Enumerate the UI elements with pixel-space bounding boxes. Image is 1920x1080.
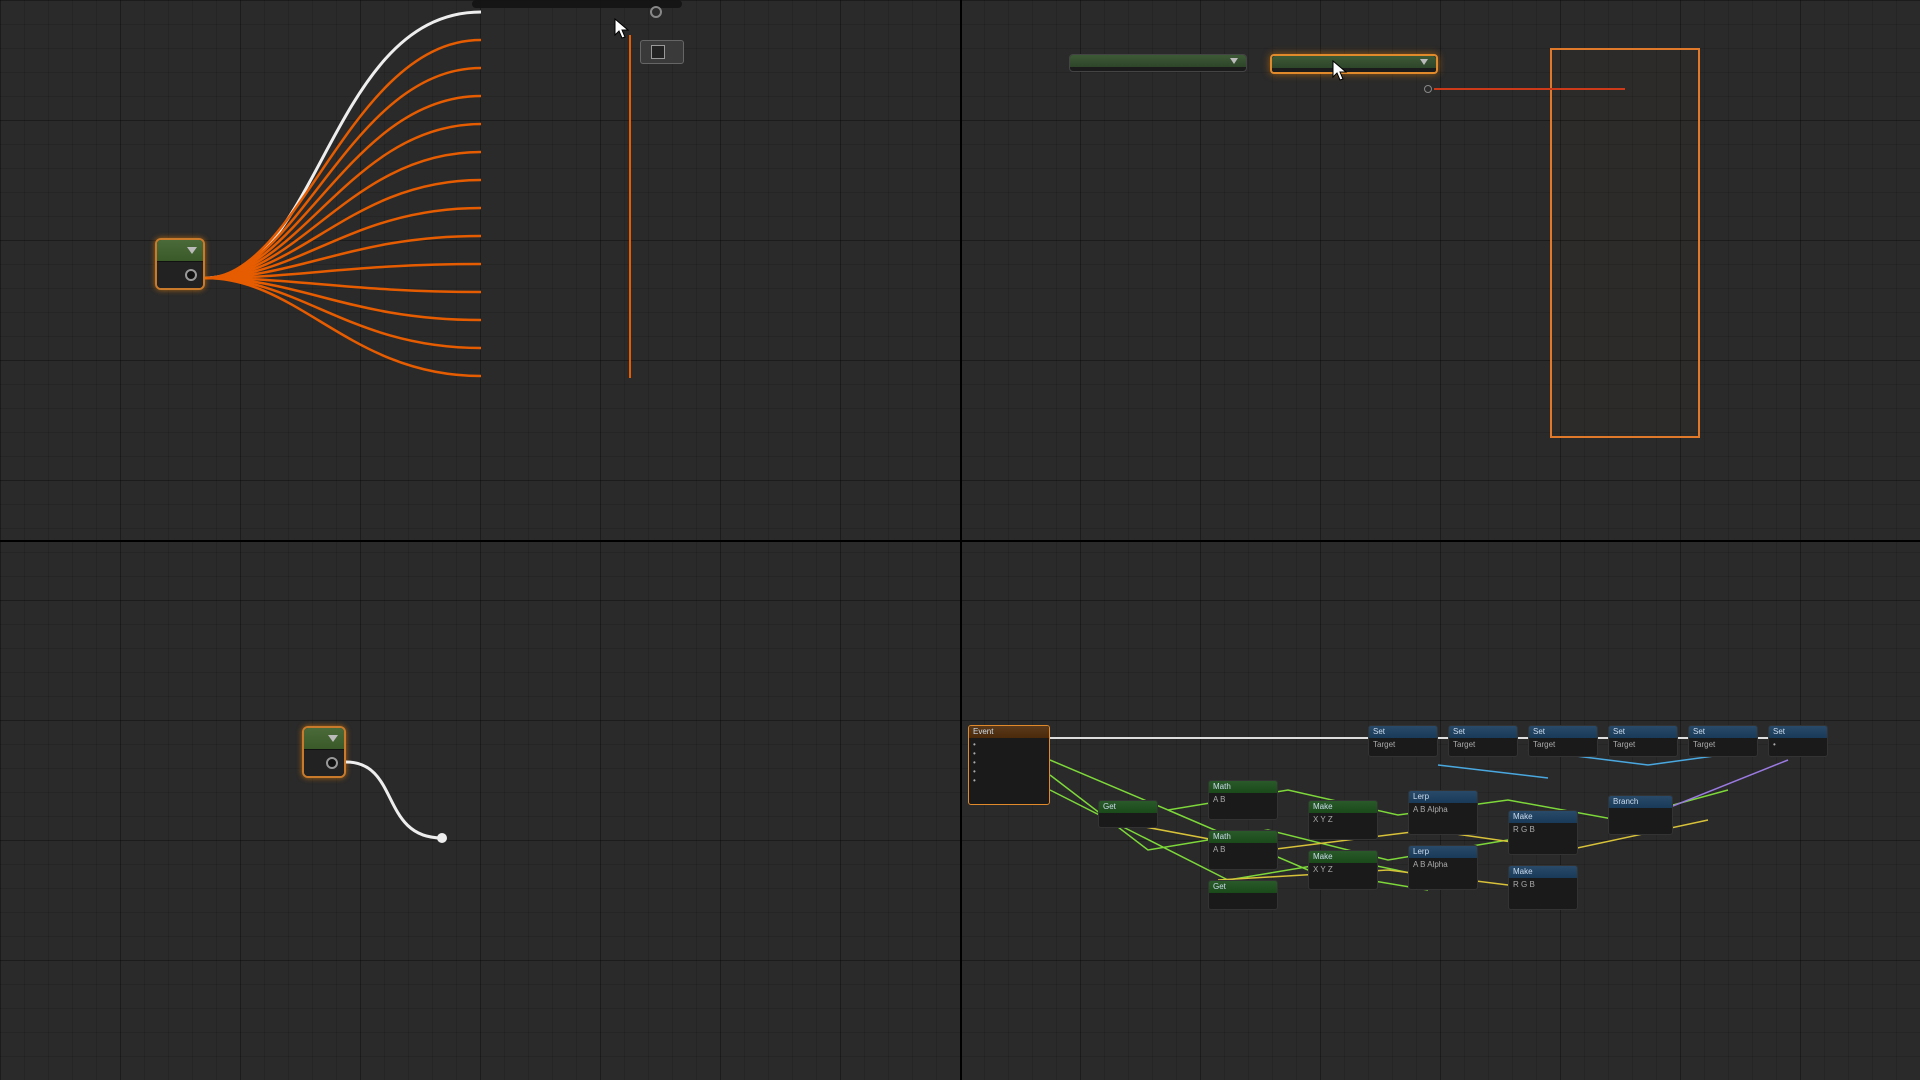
output-pin[interactable] [326, 757, 338, 769]
mouse-cursor-2 [1332, 60, 1348, 82]
bp-node[interactable]: SetTarget [1688, 725, 1758, 757]
dropdown-icon[interactable] [187, 247, 197, 254]
selection-marquee [1550, 48, 1700, 438]
bp-node[interactable]: MakeX Y Z [1308, 850, 1378, 890]
dropdown-icon[interactable] [328, 735, 338, 742]
basecolor-output-pin[interactable] [650, 6, 662, 18]
bp-node[interactable]: Get [1208, 880, 1278, 910]
bp-node[interactable]: Set• [1768, 725, 1828, 757]
place-node-tooltip [640, 40, 684, 64]
constant-node-2[interactable] [302, 726, 346, 778]
mouse-cursor [614, 18, 630, 40]
bp-node[interactable]: Get [1098, 800, 1158, 828]
make-output-pin[interactable] [1424, 85, 1432, 93]
make-material-attributes-node[interactable] [1270, 54, 1438, 74]
bp-node[interactable]: Branch [1608, 795, 1673, 835]
dropdown-icon[interactable] [1420, 59, 1428, 65]
bp-node[interactable]: MathA B [1208, 780, 1278, 820]
constant-node[interactable] [155, 238, 205, 290]
break-material-attributes-node[interactable] [1069, 54, 1247, 72]
blueprint-graph[interactable]: Event ••••• SetTarget SetTarget SetTarge… [968, 720, 1838, 950]
bp-node[interactable]: LerpA B Alpha [1408, 845, 1478, 890]
bp-node[interactable]: MakeR G B [1508, 865, 1578, 910]
bp-event-node[interactable]: Event ••••• [968, 725, 1050, 805]
output-pin[interactable] [185, 269, 197, 281]
tooltip-checkbox-icon [651, 45, 665, 59]
bp-node[interactable]: MathA B [1208, 830, 1278, 870]
bp-node[interactable]: SetTarget [1368, 725, 1438, 757]
bp-node[interactable]: SetTarget [1608, 725, 1678, 757]
material-node-pins[interactable] [472, 0, 682, 8]
bp-node[interactable]: LerpA B Alpha [1408, 790, 1478, 835]
bp-node[interactable]: SetTarget [1448, 725, 1518, 757]
bp-node[interactable]: MakeX Y Z [1308, 800, 1378, 840]
dropdown-icon[interactable] [1230, 58, 1238, 64]
bp-node[interactable]: SetTarget [1528, 725, 1598, 757]
bp-node[interactable]: MakeR G B [1508, 810, 1578, 855]
